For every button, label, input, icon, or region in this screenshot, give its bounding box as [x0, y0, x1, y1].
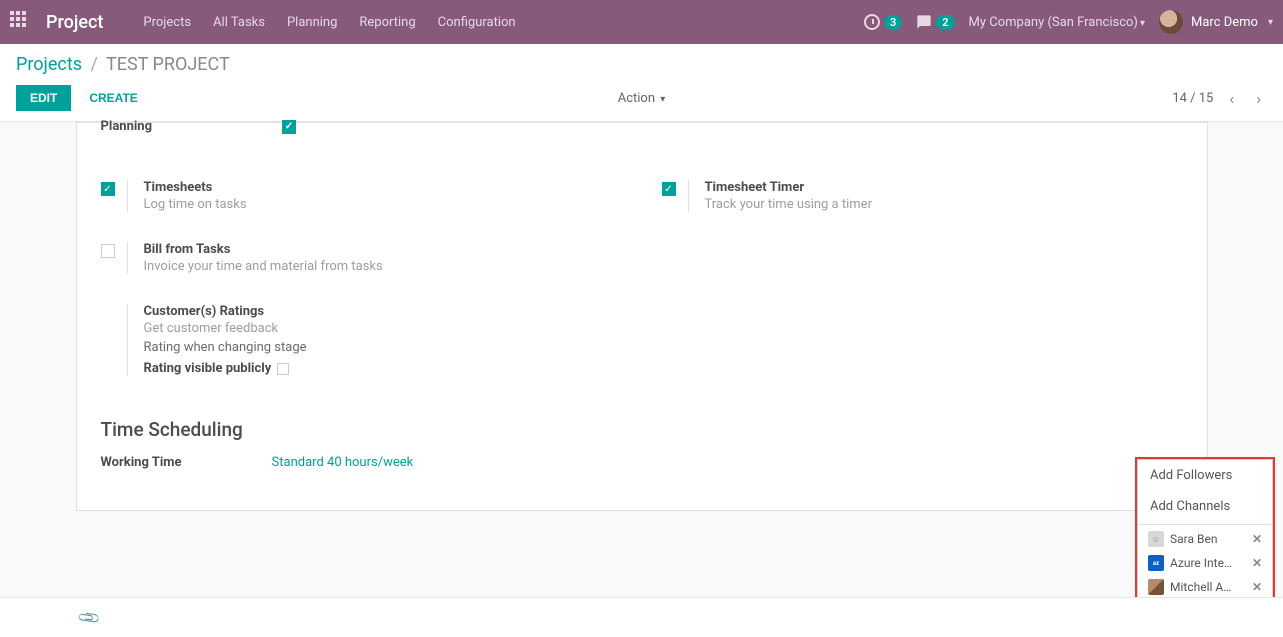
time-scheduling-heading: Time Scheduling: [101, 418, 1183, 441]
control-bar: EDIT CREATE Action ▾ 14 / 15 ‹ ›: [0, 75, 1283, 122]
ratings-extra: Rating when changing stage: [144, 340, 307, 355]
company-switcher[interactable]: My Company (San Francisco)▾: [969, 15, 1145, 30]
ratings-title: Customer(s) Ratings: [144, 304, 307, 319]
discuss-badge: 2: [936, 15, 954, 30]
working-time-label: Working Time: [101, 455, 182, 470]
top-navbar: Project Projects All Tasks Planning Repo…: [0, 0, 1283, 44]
action-dropdown[interactable]: Action ▾: [618, 91, 666, 106]
rating-visible-label: Rating visible publicly: [144, 361, 272, 376]
follower-row: az Azure Inte… ✕: [1138, 551, 1272, 575]
clock-icon: [864, 14, 880, 30]
follower-avatar-icon: az: [1148, 555, 1164, 571]
breadcrumb-current: TEST PROJECT: [106, 54, 230, 75]
edit-button[interactable]: EDIT: [16, 85, 71, 111]
follower-name[interactable]: Sara Ben: [1170, 532, 1246, 546]
follower-avatar-icon: ☺: [1148, 531, 1164, 547]
caret-down-icon: ▾: [660, 94, 665, 105]
brand-title: Project: [46, 12, 103, 33]
breadcrumb-bar: Projects / TEST PROJECT: [0, 44, 1283, 75]
discuss-indicator[interactable]: 2: [916, 14, 954, 30]
create-button[interactable]: CREATE: [75, 85, 151, 111]
chatter-bar: 📎: [0, 597, 1283, 637]
bill-title: Bill from Tasks: [144, 242, 383, 257]
breadcrumb: Projects / TEST PROJECT: [16, 54, 1267, 75]
attachment-icon[interactable]: 📎: [76, 605, 102, 631]
timer-desc: Track your time using a timer: [705, 197, 872, 212]
user-name: Marc Demo: [1191, 15, 1258, 30]
pager-text: 14 / 15: [1172, 91, 1213, 106]
planning-label: Planning: [101, 119, 153, 134]
nav-projects[interactable]: Projects: [143, 15, 191, 30]
follower-avatar-icon: [1148, 579, 1164, 595]
breadcrumb-root[interactable]: Projects: [16, 54, 82, 75]
breadcrumb-separator: /: [90, 54, 97, 75]
user-avatar-icon: [1159, 10, 1183, 34]
user-menu[interactable]: Marc Demo ▾: [1159, 10, 1273, 34]
form-sheet: Planning ✓ ✓ Timesheets Log time on task…: [76, 122, 1208, 511]
nav-planning[interactable]: Planning: [287, 15, 337, 30]
company-name: My Company (San Francisco): [969, 15, 1138, 30]
activities-badge: 3: [884, 15, 902, 30]
rating-visible-checkbox[interactable]: [277, 363, 289, 375]
caret-down-icon: ▾: [1140, 18, 1145, 29]
timesheets-title: Timesheets: [144, 180, 247, 195]
bill-from-tasks-checkbox[interactable]: [101, 244, 115, 258]
nav-menu: Projects All Tasks Planning Reporting Co…: [143, 15, 515, 30]
remove-follower-icon[interactable]: ✕: [1252, 556, 1262, 570]
add-followers-item[interactable]: Add Followers: [1138, 460, 1272, 491]
follower-row: ☺ Sara Ben ✕: [1138, 527, 1272, 551]
follower-row: Mitchell A… ✕: [1138, 575, 1272, 599]
pager-next[interactable]: ›: [1250, 87, 1267, 110]
nav-reporting[interactable]: Reporting: [359, 15, 415, 30]
activities-indicator[interactable]: 3: [864, 14, 902, 30]
working-time-value[interactable]: Standard 40 hours/week: [272, 455, 414, 470]
caret-down-icon: ▾: [1268, 17, 1273, 28]
nav-configuration[interactable]: Configuration: [438, 15, 516, 30]
nav-all-tasks[interactable]: All Tasks: [213, 15, 265, 30]
planning-checkbox[interactable]: ✓: [282, 120, 296, 134]
pager: 14 / 15 ‹ ›: [1172, 87, 1267, 110]
remove-follower-icon[interactable]: ✕: [1252, 580, 1262, 594]
timesheets-desc: Log time on tasks: [144, 197, 247, 212]
follower-name[interactable]: Mitchell A…: [1170, 580, 1246, 594]
action-label: Action: [618, 91, 655, 106]
remove-follower-icon[interactable]: ✕: [1252, 532, 1262, 546]
apps-icon[interactable]: [10, 11, 32, 33]
follower-name[interactable]: Azure Inte…: [1170, 556, 1246, 570]
timer-title: Timesheet Timer: [705, 180, 872, 195]
bill-desc: Invoice your time and material from task…: [144, 259, 383, 274]
ratings-desc: Get customer feedback: [144, 321, 307, 336]
add-channels-item[interactable]: Add Channels: [1138, 491, 1272, 522]
timesheets-checkbox[interactable]: ✓: [101, 182, 115, 196]
timesheet-timer-checkbox[interactable]: ✓: [662, 182, 676, 196]
chat-icon: [916, 14, 932, 30]
pager-prev[interactable]: ‹: [1223, 87, 1240, 110]
